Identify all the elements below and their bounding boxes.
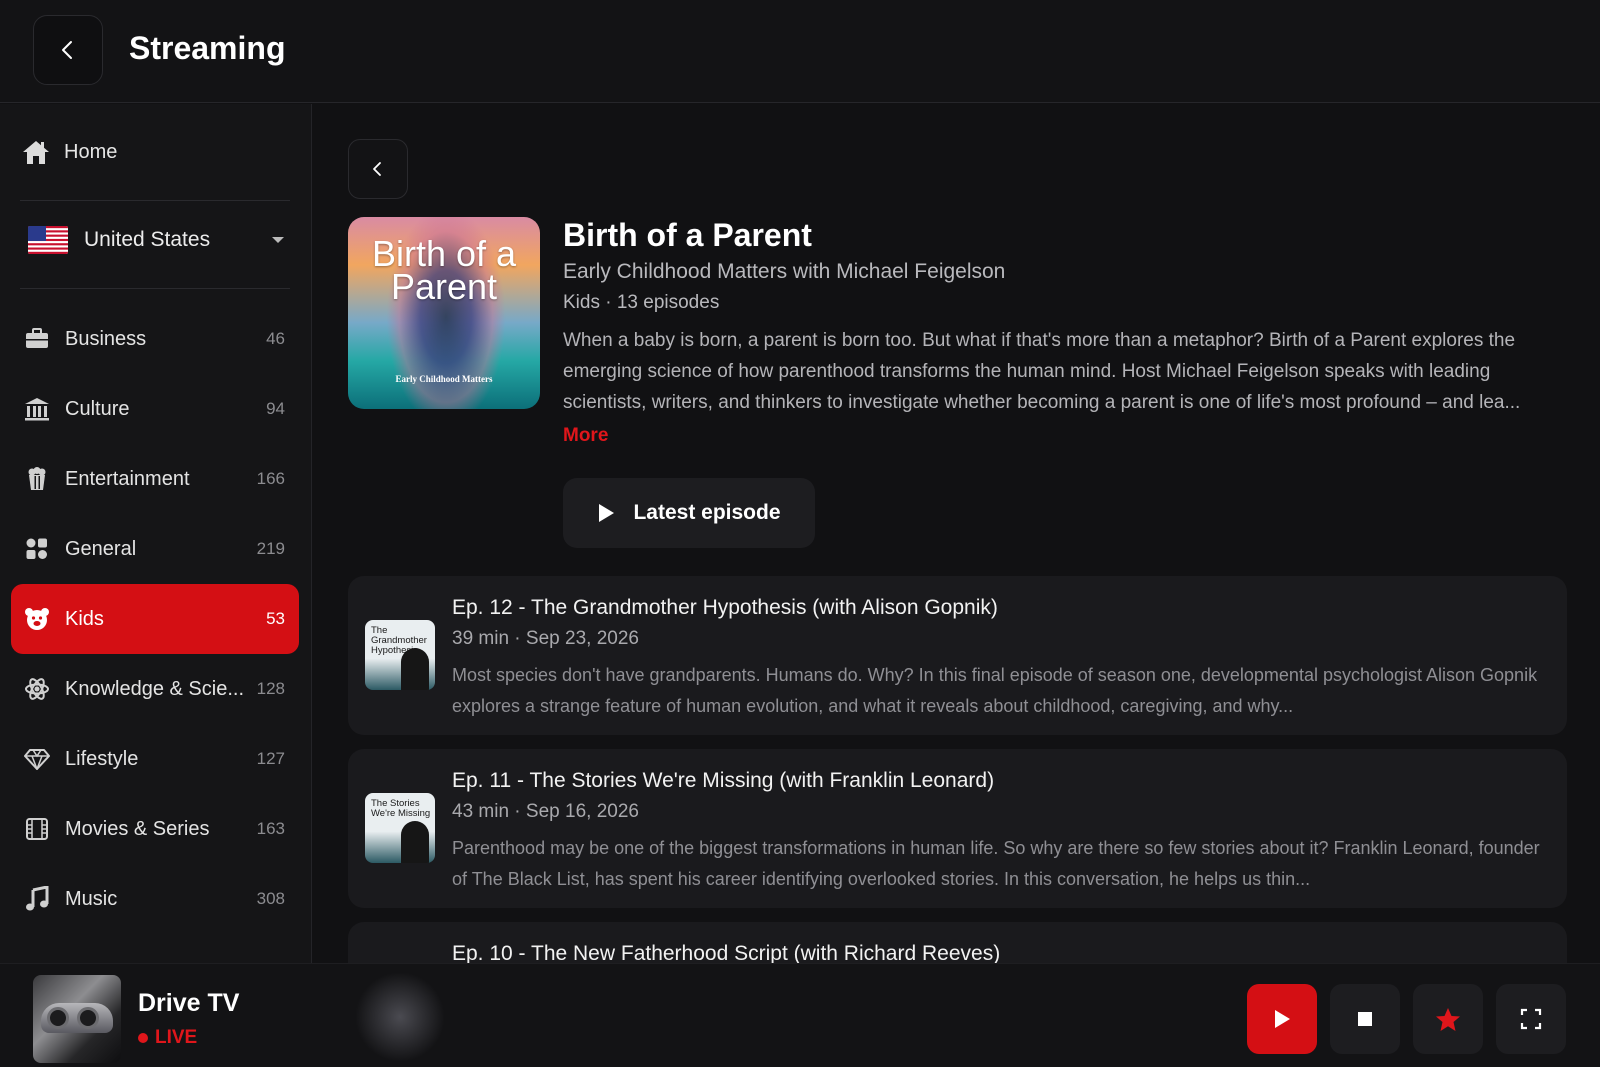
category-count: 166	[256, 469, 285, 488]
sidebar-item-home[interactable]: Home	[22, 132, 117, 172]
episode-meta: 39 min · Sep 23, 2026	[452, 628, 639, 649]
divider	[20, 288, 290, 289]
category-label: Lifestyle	[65, 747, 139, 770]
episode-item[interactable]: The Grandmother Hypothesis Ep. 12 - The …	[348, 576, 1567, 735]
category-label: Culture	[65, 397, 130, 420]
sidebar-item-general[interactable]: General 219	[11, 514, 299, 584]
category-list: Business 46 Culture 94 Entertainment 166…	[11, 304, 299, 934]
cover-title: Birth of a Parent	[371, 233, 517, 307]
category-label: Movies & Series	[65, 817, 210, 840]
category-label: Knowledge & Scie...	[65, 677, 244, 700]
atom-icon	[23, 675, 51, 703]
episode-description: Most species don't have grandparents. Hu…	[452, 665, 1538, 716]
sidebar-item-kids[interactable]: Kids 53	[11, 584, 299, 654]
main-content: Birth of a Parent Early Childhood Matter…	[313, 104, 1600, 964]
category-count: 94	[266, 399, 285, 418]
star-icon	[1436, 1007, 1460, 1031]
category-count: 127	[256, 749, 285, 768]
episode-thumbnail: The Stories We're Missing	[365, 793, 435, 863]
fullscreen-button[interactable]	[1496, 984, 1566, 1054]
briefcase-icon	[23, 325, 51, 353]
podcast-title: Birth of a Parent	[563, 217, 812, 253]
category-count: 53	[266, 609, 285, 628]
now-playing-title: Drive TV	[138, 989, 240, 1017]
episode-title: Ep. 11 - The Stories We're Missing (with…	[452, 769, 995, 792]
category-count: 163	[256, 819, 285, 838]
detail-back-button[interactable]	[348, 139, 408, 199]
app-header: Streaming	[0, 0, 1600, 103]
cover-subtitle: Early Childhood Matters	[395, 374, 493, 384]
diamond-icon	[23, 745, 51, 773]
us-flag-icon	[28, 226, 68, 254]
divider	[20, 200, 290, 201]
back-button[interactable]	[33, 15, 103, 85]
country-selector[interactable]: United States	[28, 216, 284, 264]
music-note-icon	[23, 885, 51, 913]
episode-list: The Grandmother Hypothesis Ep. 12 - The …	[348, 576, 1567, 964]
page-title: Streaming	[129, 30, 286, 66]
latest-episode-label: Latest episode	[633, 501, 781, 524]
popcorn-icon	[23, 465, 51, 493]
episode-thumbnail-text: The Stories We're Missing	[371, 798, 431, 819]
category-count: 219	[256, 539, 285, 558]
stop-button[interactable]	[1330, 984, 1400, 1054]
stop-icon	[1358, 1012, 1372, 1026]
home-icon	[23, 141, 49, 164]
live-dot-icon	[138, 1033, 148, 1043]
category-label: Music	[65, 887, 118, 910]
category-label: Entertainment	[65, 467, 190, 490]
episode-meta: 43 min · Sep 16, 2026	[452, 801, 639, 822]
sidebar-item-culture[interactable]: Culture 94	[11, 374, 299, 444]
now-playing-bar: Drive TV LIVE	[0, 963, 1600, 1067]
category-count: 46	[266, 329, 285, 348]
category-label: Kids	[65, 607, 104, 630]
chevron-left-icon	[62, 41, 72, 59]
episode-title: Ep. 10 - The New Fatherhood Script (with…	[452, 942, 1001, 964]
podcast-description: When a baby is born, a parent is born to…	[563, 330, 1521, 413]
category-count: 308	[256, 889, 285, 908]
podcast-meta: Kids · 13 episodes	[563, 292, 720, 313]
museum-icon	[23, 395, 51, 423]
now-playing-artwork	[33, 975, 121, 1063]
episode-item[interactable]: The Stories We're Missing Ep. 11 - The S…	[348, 749, 1567, 908]
category-count: 128	[256, 679, 285, 698]
country-label: United States	[84, 228, 211, 251]
episode-thumbnail-text: The Grandmother Hypothesis	[371, 625, 427, 656]
play-icon	[1275, 1010, 1290, 1028]
caret-down-icon	[272, 237, 284, 243]
podcast-cover: Birth of a Parent Early Childhood Matter…	[348, 217, 540, 409]
sidebar-item-music[interactable]: Music 308	[11, 864, 299, 934]
play-button[interactable]	[1247, 984, 1317, 1054]
latest-episode-button[interactable]: Latest episode	[563, 478, 815, 548]
more-link[interactable]: More	[563, 425, 608, 447]
chevron-left-icon	[373, 162, 381, 176]
play-icon	[599, 504, 615, 522]
sidebar-item-movies-series[interactable]: Movies & Series 163	[11, 794, 299, 864]
sidebar: Home United States Business 46 Culture 9…	[0, 104, 312, 964]
episode-item[interactable]: Ep. 10 - The New Fatherhood Script (with…	[348, 922, 1567, 964]
category-label: Business	[65, 327, 147, 350]
sidebar-item-entertainment[interactable]: Entertainment 166	[11, 444, 299, 514]
sidebar-item-lifestyle[interactable]: Lifestyle 127	[11, 724, 299, 794]
sidebar-item-label: Home	[64, 140, 118, 163]
podcast-author: Early Childhood Matters with Michael Fei…	[563, 260, 1006, 283]
fullscreen-icon	[1520, 1008, 1542, 1030]
film-icon	[23, 815, 51, 843]
favorite-button[interactable]	[1413, 984, 1483, 1054]
episode-thumbnail: The Grandmother Hypothesis	[365, 620, 435, 690]
episode-description: Parenthood may be one of the biggest tra…	[452, 838, 1540, 889]
episode-title: Ep. 12 - The Grandmother Hypothesis (wit…	[452, 596, 998, 619]
live-label: LIVE	[155, 1027, 198, 1048]
category-label: General	[65, 537, 137, 560]
sidebar-item-knowledge-science[interactable]: Knowledge & Scie... 128	[11, 654, 299, 724]
grid-icon	[23, 535, 51, 563]
sidebar-item-business[interactable]: Business 46	[11, 304, 299, 374]
bear-icon	[23, 605, 51, 633]
live-badge: LIVE	[138, 1027, 197, 1049]
